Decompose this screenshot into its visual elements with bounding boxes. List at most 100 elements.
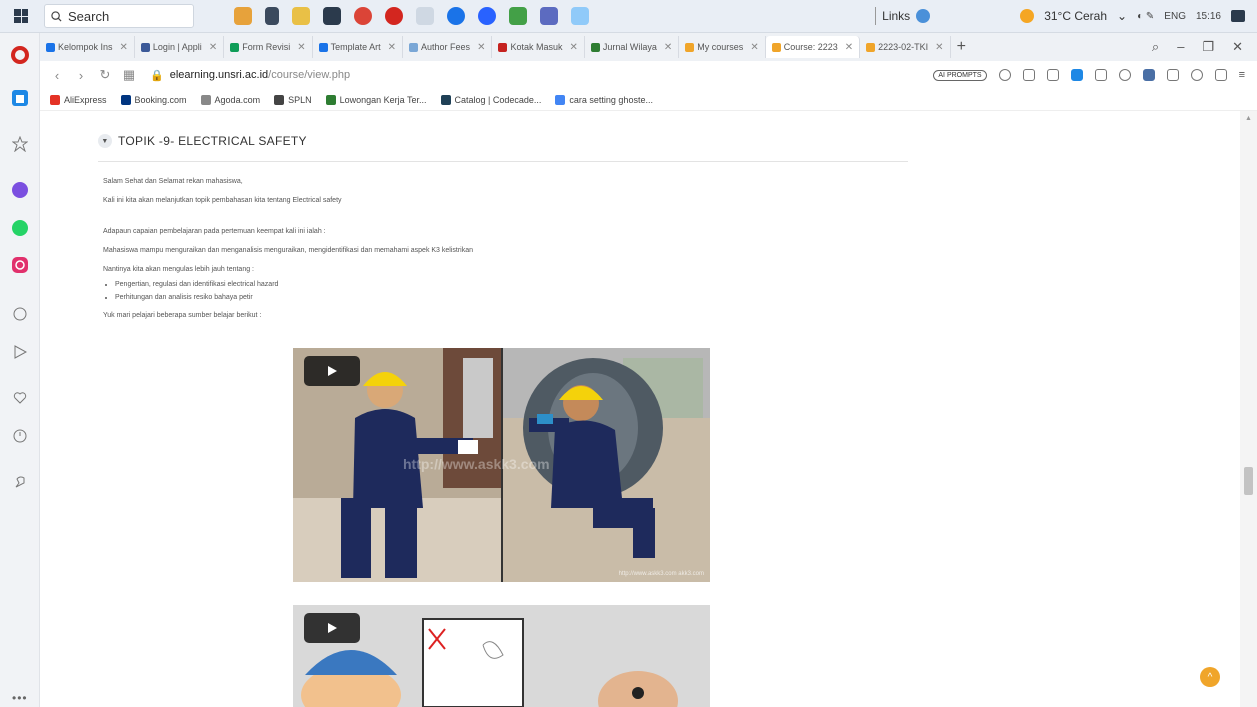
clock[interactable]: 15:16 bbox=[1196, 11, 1221, 22]
links-label[interactable]: Links bbox=[882, 9, 910, 23]
download-icon[interactable] bbox=[1214, 69, 1227, 81]
opera-logo-icon[interactable] bbox=[11, 46, 29, 64]
tab[interactable]: Kotak Masuk ✕ bbox=[492, 36, 585, 58]
tab-favicon bbox=[771, 42, 781, 52]
tab-active[interactable]: Course: 2223 ✕ bbox=[765, 36, 861, 58]
tab[interactable]: My courses ✕ bbox=[679, 36, 766, 58]
menu-icon[interactable]: ≡ bbox=[1239, 69, 1245, 81]
close-icon[interactable]: ✕ bbox=[845, 42, 853, 53]
history-icon[interactable] bbox=[11, 427, 29, 445]
bookmarks-icon[interactable] bbox=[11, 135, 29, 153]
tab-label: 2223-02-TKI bbox=[878, 42, 929, 52]
bookmark-item[interactable]: cara setting ghoste... bbox=[555, 94, 653, 105]
vpn-shield-icon[interactable] bbox=[1070, 69, 1083, 81]
page-scrollbar[interactable]: ▲ bbox=[1240, 111, 1257, 707]
tabs-grid-icon[interactable]: ▦ bbox=[122, 67, 136, 83]
wallet-icon[interactable] bbox=[1166, 69, 1179, 81]
app-icon[interactable] bbox=[416, 7, 434, 25]
forward-icon[interactable]: › bbox=[74, 68, 88, 83]
bookmark-item[interactable]: Booking.com bbox=[120, 94, 187, 105]
video-embed-electrical-safety[interactable]: http://www.askk3.com http://www.askk3.co… bbox=[293, 348, 710, 582]
close-icon[interactable]: ✕ bbox=[120, 42, 128, 53]
tab[interactable]: Template Art ✕ bbox=[313, 36, 404, 58]
more-icon[interactable]: ••• bbox=[12, 691, 28, 705]
snapshot-icon[interactable] bbox=[1022, 69, 1035, 81]
bookmark-item[interactable]: Lowongan Kerja Ter... bbox=[325, 94, 427, 105]
close-icon[interactable]: ✕ bbox=[569, 42, 577, 53]
tab-favicon bbox=[230, 42, 240, 52]
taskbar-search-input[interactable]: Search bbox=[44, 4, 194, 28]
bookmark-item[interactable]: Catalog | Codecade... bbox=[440, 94, 541, 105]
close-icon[interactable]: ✕ bbox=[664, 42, 672, 53]
tab[interactable]: Jurnal Wilaya ✕ bbox=[585, 36, 680, 58]
restore-icon[interactable]: ❐ bbox=[1202, 39, 1214, 55]
minimize-icon[interactable]: – bbox=[1177, 39, 1184, 55]
windows-start-icon[interactable] bbox=[14, 9, 28, 23]
camera-icon[interactable] bbox=[1046, 69, 1059, 81]
close-icon[interactable]: ✕ bbox=[477, 42, 485, 53]
url-field[interactable]: 🔒 elearning.unsri.ac.id/course/view.php bbox=[150, 69, 350, 82]
language-indicator[interactable]: ENG bbox=[1164, 11, 1186, 22]
video-embed-animation[interactable] bbox=[293, 605, 710, 707]
tab[interactable]: Form Revisi ✕ bbox=[224, 36, 313, 58]
tab[interactable]: Login | Appli ✕ bbox=[135, 36, 225, 58]
opera-icon[interactable] bbox=[385, 7, 403, 25]
home-icon[interactable] bbox=[11, 89, 29, 107]
back-icon[interactable]: ‹ bbox=[50, 68, 64, 83]
app-icon[interactable] bbox=[292, 7, 310, 25]
chevron-down-icon[interactable]: ⌄ bbox=[1117, 9, 1127, 23]
bookmark-item[interactable]: Agoda.com bbox=[200, 94, 260, 105]
task-view-icon[interactable] bbox=[265, 7, 279, 25]
extensions-icon[interactable] bbox=[1142, 69, 1155, 81]
chrome-icon[interactable] bbox=[447, 7, 465, 25]
reload-icon[interactable]: ↻ bbox=[98, 67, 112, 83]
scrollbar-thumb[interactable] bbox=[1244, 467, 1253, 495]
heart-icon[interactable] bbox=[11, 389, 29, 407]
notification-icon[interactable] bbox=[1231, 10, 1245, 22]
app-icon[interactable] bbox=[478, 7, 496, 25]
instagram-icon[interactable] bbox=[11, 256, 29, 274]
tab[interactable]: Author Fees ✕ bbox=[403, 36, 493, 58]
music-icon[interactable] bbox=[11, 305, 29, 323]
player-icon[interactable] bbox=[11, 343, 29, 361]
bookmarks-bar: AliExpress Booking.com Agoda.com SPLN Lo… bbox=[40, 89, 1257, 111]
app-icon[interactable] bbox=[323, 7, 341, 25]
tab[interactable]: 2223-02-TKI ✕ bbox=[860, 36, 951, 58]
collapse-toggle-icon[interactable]: ▼ bbox=[98, 134, 112, 148]
close-icon[interactable]: ✕ bbox=[297, 42, 305, 53]
search-icon bbox=[51, 10, 62, 22]
whatsapp-icon[interactable] bbox=[11, 219, 29, 237]
weather-text[interactable]: 31°C Cerah bbox=[1044, 9, 1107, 23]
tab-label: Kotak Masuk bbox=[510, 42, 563, 52]
app-icon[interactable] bbox=[234, 7, 252, 25]
heart-icon[interactable] bbox=[1118, 69, 1131, 81]
close-icon[interactable]: ✕ bbox=[209, 42, 217, 53]
play-button[interactable] bbox=[304, 356, 360, 386]
back-to-top-button[interactable]: ^ bbox=[1200, 667, 1220, 687]
app-icon[interactable] bbox=[509, 7, 527, 25]
search-tabs-icon[interactable]: ⌕ bbox=[1152, 39, 1159, 55]
play-button[interactable] bbox=[304, 613, 360, 643]
messenger-icon[interactable] bbox=[11, 181, 29, 199]
new-tab-button[interactable]: + bbox=[957, 38, 966, 56]
links-icon[interactable] bbox=[916, 9, 931, 23]
player-icon[interactable] bbox=[1094, 69, 1107, 81]
app-icon[interactable] bbox=[354, 7, 372, 25]
scroll-up-icon[interactable]: ▲ bbox=[1245, 115, 1252, 122]
bookmark-favicon bbox=[200, 94, 211, 105]
close-icon[interactable]: ✕ bbox=[935, 42, 943, 53]
search-icon[interactable] bbox=[998, 69, 1011, 81]
app-icon[interactable] bbox=[540, 7, 558, 25]
close-icon[interactable]: ✕ bbox=[388, 42, 396, 53]
pin-icon[interactable] bbox=[11, 473, 29, 491]
tab[interactable]: Kelompok Ins ✕ bbox=[40, 36, 135, 58]
close-window-icon[interactable]: ✕ bbox=[1232, 39, 1243, 55]
profile-icon[interactable] bbox=[1190, 69, 1203, 81]
ai-prompts-button[interactable]: AI PROMPTS bbox=[933, 69, 987, 81]
section-header[interactable]: ▼ TOPIK -9- ELECTRICAL SAFETY bbox=[98, 134, 307, 148]
bookmark-item[interactable]: SPLN bbox=[274, 94, 312, 105]
bookmark-item[interactable]: AliExpress bbox=[50, 94, 107, 105]
close-icon[interactable]: ✕ bbox=[750, 42, 758, 53]
app-icon[interactable] bbox=[571, 7, 589, 25]
tray-icons[interactable]: ◐ ✎ bbox=[1137, 11, 1154, 22]
